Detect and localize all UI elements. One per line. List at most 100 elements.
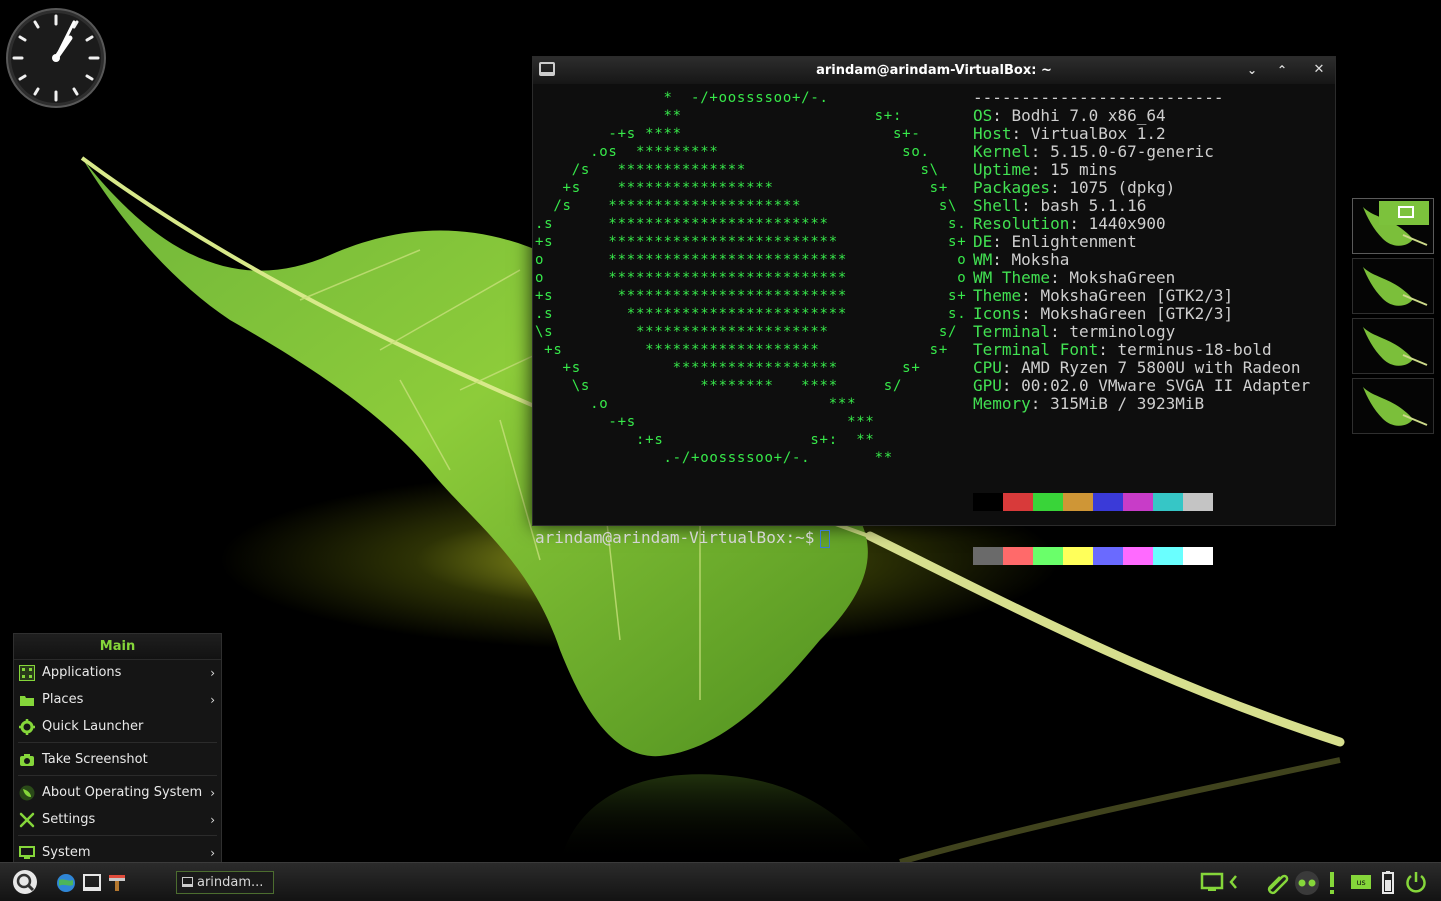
keyboard-layout-label: us [1356,878,1365,887]
info-line: Packages: 1075 (dpkg) [973,179,1310,197]
camera-icon [20,754,34,766]
info-separator: : [992,250,1012,269]
keyboard-layout-icon[interactable]: us [1350,874,1372,890]
color-swatch [1033,547,1063,565]
info-separator: : [1021,304,1041,323]
minimize-button[interactable]: ⌄ [1243,61,1261,79]
color-swatch [1063,547,1093,565]
info-separator: : [1069,214,1089,233]
submenu-arrow-icon: › [210,846,215,860]
info-key: Kernel [973,142,1031,161]
ascii-art-line: +s ************************* s+ [535,288,967,304]
menu-item-take-screenshot[interactable]: Take Screenshot [14,747,221,773]
ascii-art-line: +s ****************** s+ [535,360,921,376]
info-key: WM [973,250,993,269]
info-value: MokshaGreen [1069,268,1176,287]
power-icon[interactable] [1404,870,1428,894]
info-value: Bodhi 7.0 x86_64 [1011,106,1166,125]
menu-item-label: Applications [42,665,122,680]
attachment-icon[interactable] [1266,871,1290,895]
ascii-art-line: +s ************************* s+ [535,234,967,250]
ascii-art-line: o ************************** o [535,270,967,286]
menu-item-applications[interactable]: Applications › [14,660,221,686]
info-line: CPU: AMD Ryzen 7 5800U with Radeon [973,359,1310,377]
menu-item-system[interactable]: System › [14,840,221,862]
main-menu: Main Applications › Places › Quick Launc… [13,633,222,862]
ascii-art-line: * -/+oossssoo+/-. [535,90,829,106]
menu-item-label: System [42,845,91,860]
menu-item-quick-launcher[interactable]: Quick Launcher [14,714,221,740]
menu-item-settings[interactable]: Settings › [14,807,221,833]
maximize-button[interactable]: ⌃ [1273,61,1291,79]
info-line: WM Theme: MokshaGreen [973,269,1310,287]
info-line: Kernel: 5.15.0-67-generic [973,143,1310,161]
info-separator: : [1021,286,1041,305]
info-line: Memory: 315MiB / 3923MiB [973,395,1310,413]
desktop-4-thumbnail[interactable] [1352,378,1434,434]
file-manager-icon[interactable] [108,873,126,893]
desktop-thumbnail-image [1363,201,1429,246]
ascii-art-line: o ************************** o [535,252,967,268]
info-separator: : [1050,178,1070,197]
web-browser-icon[interactable] [56,873,76,893]
color-swatch [1153,493,1183,511]
info-key: Terminal [973,322,1051,341]
eyes-icon[interactable] [1293,870,1321,896]
terminal-content[interactable]: * -/+oossssoo+/-. ** s+: -+s **** s+- .o… [533,85,1335,565]
ascii-art-line: :+s s+: ** [535,432,875,448]
info-separator: : [1021,196,1041,215]
alert-icon[interactable] [1326,871,1338,895]
menu-search-icon[interactable] [12,869,38,895]
desktop-icon[interactable] [1200,872,1224,892]
info-value: 00:02.0 VMware SVGA II Adapter [1021,376,1311,395]
applications-grid-icon [19,665,35,681]
desktop-1-thumbnail[interactable] [1352,198,1434,254]
info-key: Resolution [973,214,1070,233]
color-swatch [1003,547,1033,565]
ascii-art-line: .s ************************ s. [535,216,967,232]
submenu-arrow-icon: › [210,693,215,707]
ascii-art-line: .s ************************ s. [535,306,967,322]
close-button[interactable]: ✕ [1310,61,1328,79]
color-swatch [1183,493,1213,511]
menu-item-places[interactable]: Places › [14,687,221,713]
info-line: WM: Moksha [973,251,1310,269]
terminal-titlebar[interactable]: arindam@arindam-VirtualBox: ~ ⌄ ⌃ ✕ [533,57,1335,84]
neofetch-info: -------------------------- OS: Bodhi 7.0 … [973,89,1310,413]
palette-row-bright [973,547,1213,565]
menu-item-about-operating-system[interactable]: About Operating System › [14,780,221,806]
desktop-2-thumbnail[interactable] [1352,258,1434,314]
info-key: Packages [973,178,1051,197]
info-value: Enlightenment [1011,232,1137,251]
info-line: OS: Bodhi 7.0 x86_64 [973,107,1310,125]
shell-prompt[interactable]: arindam@arindam-VirtualBox:~$ [535,529,831,548]
info-separator: : [992,232,1012,251]
ascii-art-line: .o *** [535,396,857,412]
desktop[interactable]: arindam@arindam-VirtualBox: ~ ⌄ ⌃ ✕ * -/… [0,0,1441,862]
color-swatch [1093,493,1123,511]
info-value: 1075 (dpkg) [1069,178,1176,197]
info-value: MokshaGreen [GTK2/3] [1040,304,1234,323]
taskbar: arindam... us [0,862,1441,901]
color-swatch [1003,493,1033,511]
info-key: Memory [973,394,1031,413]
info-separator: : [1001,376,1022,395]
taskbar-window-button[interactable]: arindam... [176,871,274,894]
bodhi-leaf-icon [19,785,35,801]
terminal-window[interactable]: arindam@arindam-VirtualBox: ~ ⌄ ⌃ ✕ * -/… [532,56,1336,565]
info-key: DE [973,232,993,251]
info-key: Terminal Font [973,340,1099,359]
ascii-art-line: .-/+oossssoo+/-. ** [535,450,893,466]
chevron-left-icon[interactable] [1228,874,1238,890]
menu-title: Main [14,634,221,660]
terminal-icon[interactable] [82,873,102,893]
battery-icon[interactable] [1380,870,1396,896]
info-key: Shell [973,196,1022,215]
submenu-arrow-icon: › [210,666,215,680]
color-swatch [1153,547,1183,565]
desktop-3-thumbnail[interactable] [1352,318,1434,374]
info-line: Uptime: 15 mins [973,161,1310,179]
color-swatch [1183,547,1213,565]
info-value: VirtualBox 1.2 [1030,124,1166,143]
virtual-desktop-pager[interactable] [1352,198,1434,438]
